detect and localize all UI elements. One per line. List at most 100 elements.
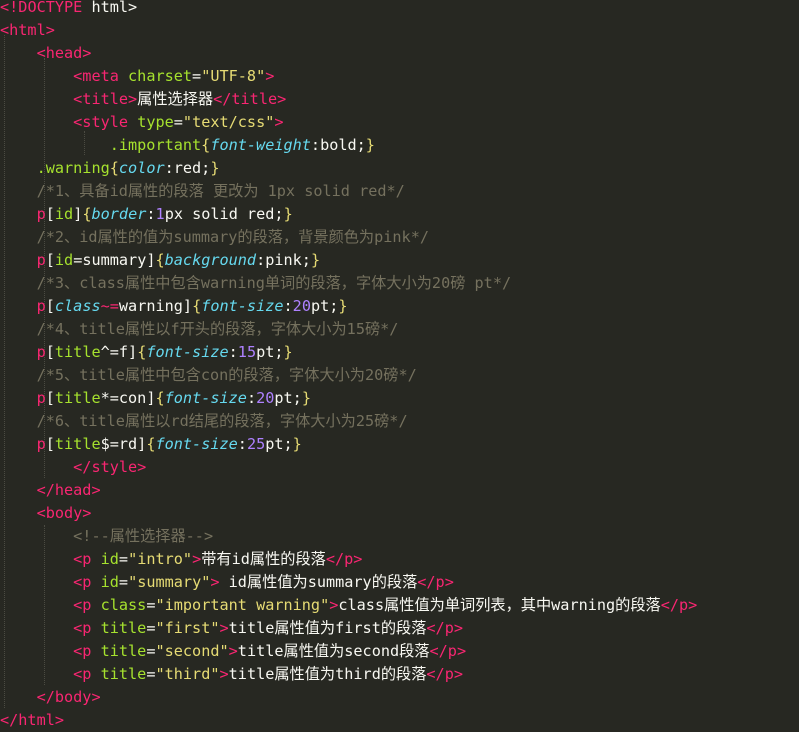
code-line: <style type="text/css">	[0, 111, 283, 134]
code-token: </style>	[73, 458, 147, 476]
code-token: {	[201, 136, 211, 154]
code-token: font-size	[164, 389, 247, 407]
code-token: p	[36, 435, 46, 453]
code-token: <style	[73, 113, 129, 131]
code-line: /*4、title属性以f开头的段落，字体大小为15磅*/	[0, 318, 399, 341]
code-token: pt;	[274, 389, 302, 407]
code-token: /*2、id属性的值为summary的段落，背景颜色为pink*/	[36, 228, 429, 246]
code-line: /*6、title属性以rd结尾的段落，字体大小为25磅*/	[0, 410, 408, 433]
code-token: <p	[73, 665, 92, 683]
code-token: :bold;	[310, 136, 366, 154]
code-token: {	[82, 205, 92, 223]
code-token: <html>	[0, 21, 55, 39]
code-token: <head>	[36, 44, 92, 62]
code-token: px solid red;	[164, 205, 284, 223]
code-token: }	[365, 136, 375, 154]
code-token: *=con]	[100, 389, 156, 407]
code-editor[interactable]: <!DOCTYPE html> <html> <head> <meta chars…	[0, 0, 799, 731]
code-token: </body>	[36, 688, 101, 706]
code-token: </p>	[325, 550, 363, 568]
code-line: </body>	[0, 686, 101, 709]
code-token: /*4、title属性以f开头的段落，字体大小为15磅*/	[36, 320, 399, 338]
code-line: .warning{color:red;}	[0, 157, 220, 180]
code-token: /*5、title属性中包含con的段落，字体大小为20磅*/	[36, 366, 417, 384]
code-token: :pink;	[256, 251, 311, 269]
code-token: 20	[292, 297, 311, 315]
code-token: "text/css"	[182, 113, 275, 131]
code-token: "third"	[155, 665, 220, 683]
code-token: {	[192, 297, 202, 315]
code-line: <p title="first">title属性值为first的段落</p>	[0, 617, 463, 640]
code-token: 20	[256, 389, 275, 407]
code-token: ~=	[100, 297, 119, 315]
code-token: background	[164, 251, 257, 269]
code-line: <p id="summary"> id属性值为summary的段落</p>	[0, 571, 454, 594]
code-token: }	[338, 297, 348, 315]
code-token: <p	[73, 550, 92, 568]
code-token: 属性选择器	[137, 90, 214, 108]
code-token: charset	[128, 67, 193, 85]
code-token: :	[228, 343, 238, 361]
code-token: id	[54, 205, 74, 223]
code-token: title	[54, 389, 101, 407]
code-token: }	[310, 251, 321, 269]
code-line: /*3、class属性中包含warning单词的段落，字体大小为20磅 pt*/	[0, 272, 512, 295]
code-line: p[id]{border:1px solid red;}	[0, 203, 293, 226]
code-token: </head>	[36, 481, 101, 499]
code-token: >	[219, 619, 229, 637]
code-token: title	[54, 343, 101, 361]
code-token: </p>	[429, 642, 467, 660]
code-token: </p>	[660, 596, 698, 614]
code-token: {	[155, 389, 165, 407]
code-token: }	[283, 205, 293, 223]
code-token: pt;	[310, 297, 339, 315]
code-token: p	[36, 389, 46, 407]
code-token: :	[246, 389, 257, 407]
code-token: </p>	[426, 619, 463, 637]
code-token: class	[100, 596, 147, 614]
code-token: p	[36, 343, 46, 361]
code-token: =	[192, 67, 202, 85]
code-token: <title>	[73, 90, 138, 108]
code-token: .important	[109, 136, 202, 154]
code-line: <p id="intro">带有id属性的段落</p>	[0, 548, 362, 571]
code-line: /*1、具备id属性的段落 更改为 1px solid red*/	[0, 180, 405, 203]
code-token: id属性值为summary的段落	[219, 573, 418, 591]
code-token: <body>	[36, 504, 92, 522]
code-token: <!--属性选择器-->	[73, 527, 214, 545]
code-token: "UTF-8"	[201, 67, 266, 85]
code-token: title	[100, 642, 147, 660]
code-token: <meta	[73, 67, 119, 85]
code-token: type	[137, 113, 174, 131]
code-token: class	[54, 297, 101, 315]
code-line: <title>属性选择器</title>	[0, 88, 286, 111]
code-token: /*6、title属性以rd结尾的段落，字体大小为25磅*/	[36, 412, 408, 430]
code-token: [	[45, 435, 55, 453]
code-token: =	[118, 550, 129, 568]
code-line: /*2、id属性的值为summary的段落，背景颜色为pink*/	[0, 226, 429, 249]
code-token: </html>	[0, 711, 65, 729]
code-line: p[id=summary]{background:pink;}	[0, 249, 321, 272]
code-line: <html>	[0, 19, 55, 42]
